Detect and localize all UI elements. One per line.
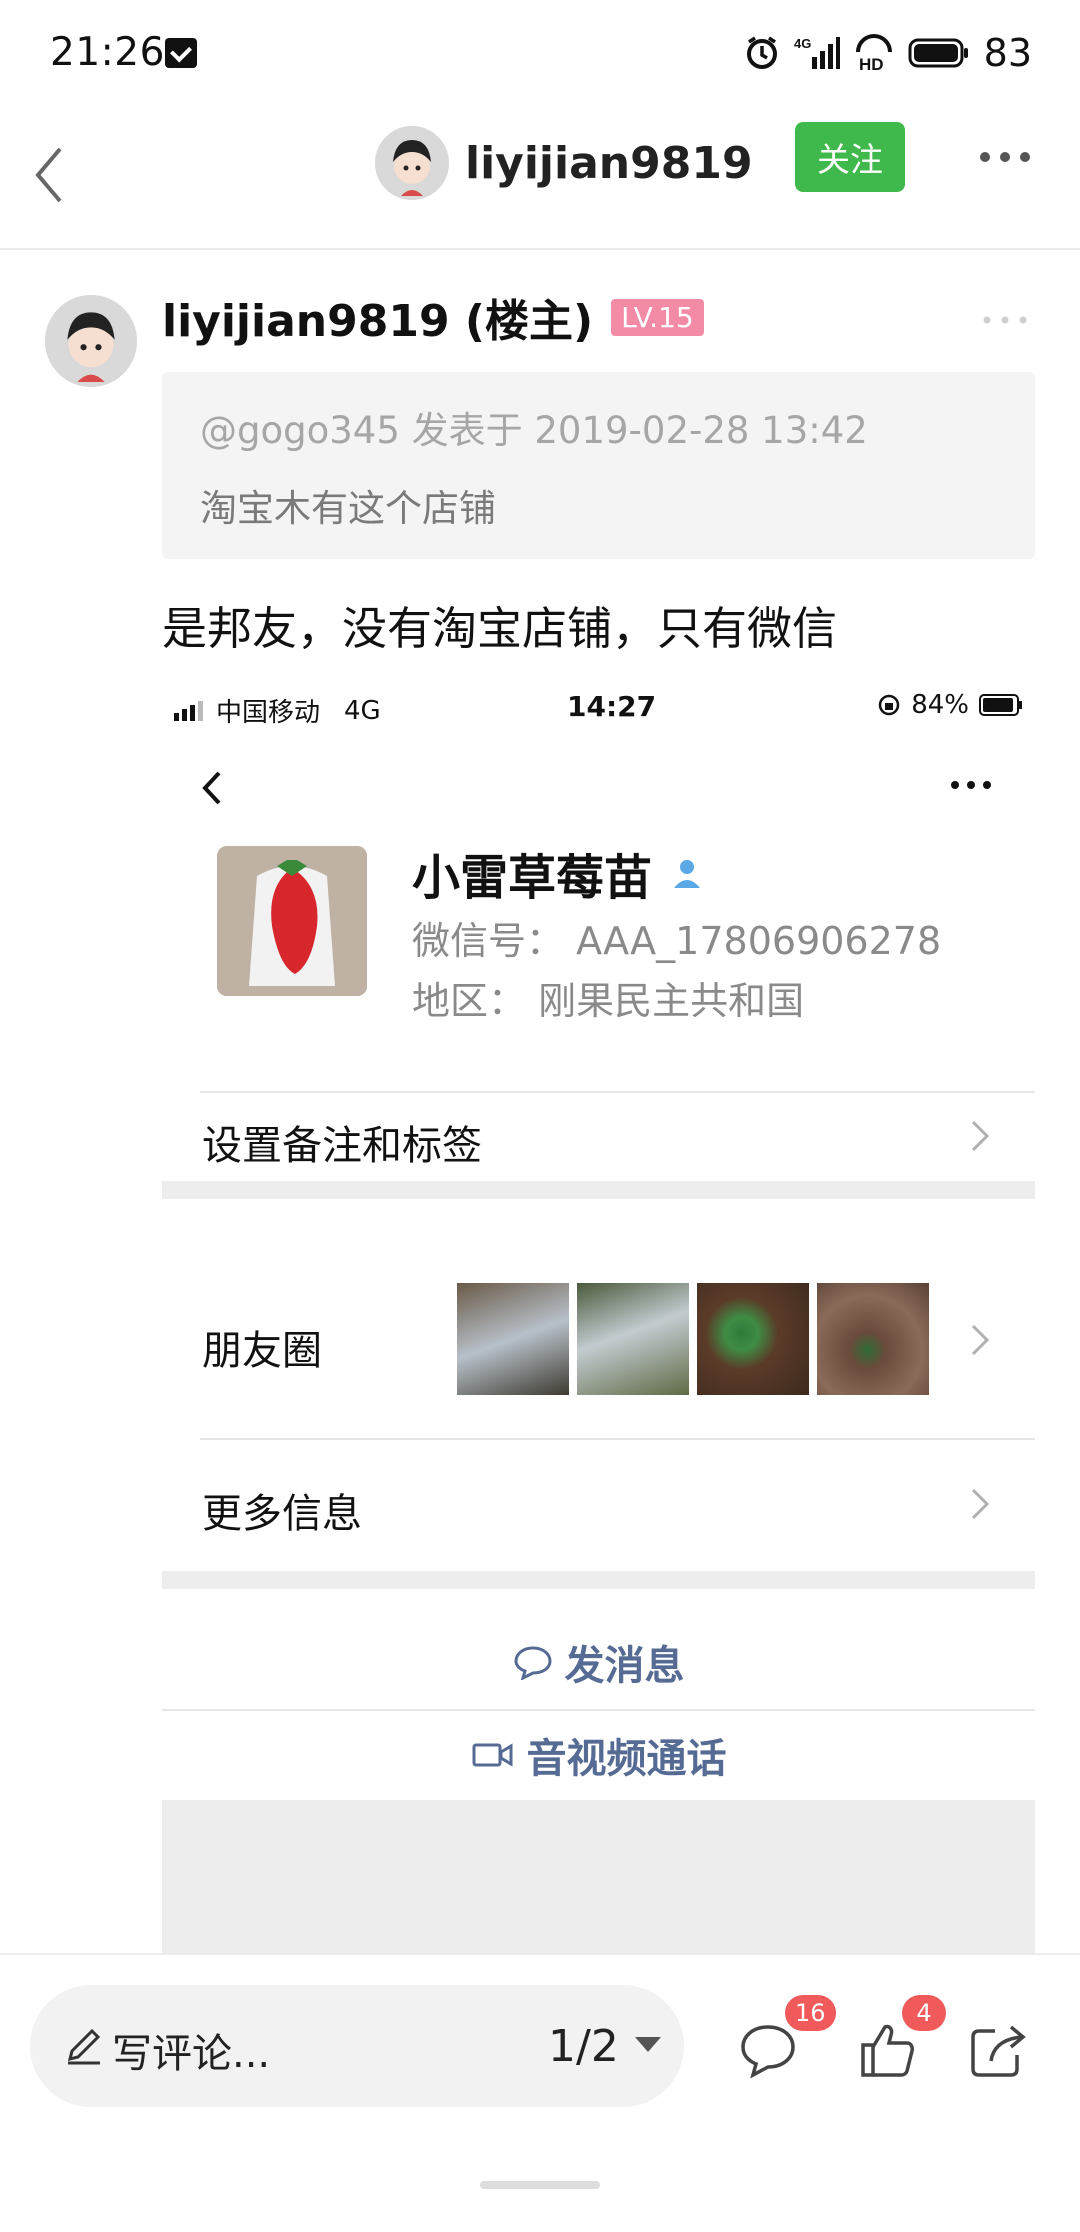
- contact-region: 地区： 刚果民主共和国: [412, 979, 805, 1023]
- status-right: 4G HD 83: [744, 30, 1032, 75]
- section-gap: [162, 1181, 1035, 1199]
- contact-name: 小雷草莓苗: [412, 850, 653, 906]
- page-indicator[interactable]: 1/2: [548, 2021, 619, 2072]
- caret-down-icon[interactable]: [635, 2037, 661, 2052]
- moments-thumbnails[interactable]: [457, 1283, 929, 1395]
- embedded-carrier: 中国移动 4G: [174, 692, 381, 729]
- divider: [200, 1091, 1035, 1093]
- follow-button[interactable]: 关注: [795, 122, 905, 192]
- contact-wechat-id: 微信号： AAA_17806906278: [412, 919, 942, 963]
- status-bar: 21:26 4G HD 83: [0, 0, 1080, 105]
- more-options-button[interactable]: [975, 132, 1035, 182]
- section-gap: [162, 1571, 1035, 1589]
- header-user[interactable]: liyijian9819: [375, 117, 753, 209]
- avatar: [375, 126, 449, 200]
- moments-thumbnail: [457, 1283, 569, 1395]
- contact-name-row: 小雷草莓苗: [412, 838, 704, 908]
- video-camera-icon: [472, 1743, 512, 1767]
- embedded-status-bar: 中国移动 4G 14:27 84%: [162, 678, 1035, 733]
- chevron-right-icon: [971, 1488, 990, 1520]
- comment-placeholder: 写评论...: [112, 2031, 271, 2077]
- quote-text: 淘宝木有这个店铺: [200, 487, 496, 530]
- signal-icon: [174, 700, 203, 721]
- more-dots-icon: [983, 316, 1027, 324]
- post-body-text: 是邦友，没有淘宝店铺，只有微信: [162, 602, 838, 655]
- share-icon[interactable]: [965, 2017, 1031, 2083]
- send-message-button[interactable]: 发消息: [162, 1633, 1035, 1691]
- level-badge: LV.15: [611, 298, 704, 336]
- embedded-network: 4G: [344, 695, 381, 726]
- embedded-screenshot[interactable]: 中国移动 4G 14:27 84% 小雷草莓苗 微信号： AAA_1780690…: [162, 678, 1035, 1953]
- status-time: 21:26: [50, 30, 165, 75]
- chevron-right-icon: [971, 1324, 990, 1356]
- thread-header: liyijian9819 关注: [0, 105, 1080, 250]
- pencil-icon: [67, 2028, 101, 2065]
- video-call-label: 音视频通话: [526, 1736, 727, 1782]
- send-message-label: 发消息: [564, 1643, 685, 1689]
- header-username: liyijian9819: [465, 137, 753, 189]
- contact-photo: [217, 846, 367, 996]
- like-count-badge: 4: [902, 1995, 946, 2031]
- embedded-battery-percent: 84%: [911, 690, 969, 720]
- moments-thumbnail: [577, 1283, 689, 1395]
- chat-bubble-icon: [513, 1646, 552, 1680]
- battery-icon: [979, 694, 1022, 716]
- post-more-button[interactable]: [975, 300, 1035, 340]
- battery-percent: 83: [983, 30, 1032, 75]
- quote-meta: @gogo345 发表于 2019-02-28 13:42: [200, 409, 868, 452]
- video-call-button[interactable]: 音视频通话: [162, 1726, 1035, 1784]
- chevron-left-icon: [202, 771, 221, 805]
- moments-thumbnail: [817, 1283, 929, 1395]
- signal-icon: 4G: [794, 36, 840, 69]
- divider: [200, 1438, 1035, 1440]
- chevron-left-icon: [35, 147, 62, 203]
- battery-icon: [908, 38, 968, 67]
- moments-row-label[interactable]: 朋友圈: [202, 1318, 322, 1376]
- embedded-back-button[interactable]: [197, 763, 237, 813]
- divider: [162, 1709, 1035, 1711]
- hd-icon: HD: [855, 33, 892, 72]
- moments-thumbnail: [697, 1283, 809, 1395]
- comment-input[interactable]: 写评论... 1/2: [30, 1985, 684, 2107]
- embedded-battery: 84%: [877, 690, 1023, 720]
- remark-row-label[interactable]: 设置备注和标签: [202, 1113, 482, 1171]
- alarm-icon: [746, 36, 777, 69]
- more-dots-icon: [980, 152, 1030, 162]
- embedded-carrier-name: 中国移动: [216, 698, 321, 728]
- svg-text:4G: 4G: [794, 36, 811, 51]
- chevron-right-icon: [971, 1120, 990, 1152]
- back-button[interactable]: [24, 125, 94, 225]
- comment-count-badge: 16: [785, 1995, 836, 2031]
- section-gap: [162, 1800, 1035, 1953]
- more-info-row-label[interactable]: 更多信息: [202, 1481, 362, 1539]
- home-indicator[interactable]: [480, 2181, 600, 2189]
- bottom-bar: 写评论... 1/2 16 4: [0, 1953, 1080, 2232]
- rotation-lock-icon: [878, 694, 900, 716]
- post-author-name[interactable]: liyijian9819 (楼主): [162, 285, 593, 349]
- more-dots-icon: [951, 781, 991, 789]
- embedded-more-button[interactable]: [947, 770, 997, 800]
- notification-icon: [165, 38, 197, 68]
- post-author-row: liyijian9819 (楼主) LV.15: [162, 285, 704, 349]
- male-gender-icon: [674, 860, 701, 888]
- svg-text:HD: HD: [859, 55, 884, 72]
- quoted-reply: @gogo345 发表于 2019-02-28 13:42 淘宝木有这个店铺: [162, 372, 1035, 559]
- embedded-time: 14:27: [567, 690, 657, 723]
- post-author-avatar[interactable]: [45, 295, 137, 387]
